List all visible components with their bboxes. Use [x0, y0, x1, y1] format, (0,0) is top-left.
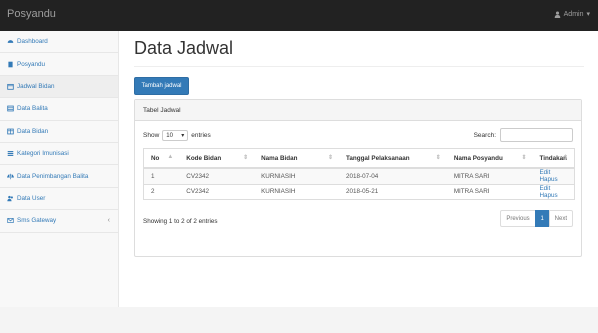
page-title: Data Jadwal [134, 38, 234, 58]
dashboard-icon [7, 40, 14, 44]
user-name: Admin [563, 10, 584, 18]
cell-nama-posyandu: MITRA SARI [446, 183, 533, 200]
entries-label: entries [191, 132, 211, 139]
building-icon [8, 61, 13, 67]
caret-down-icon: ▾ [586, 11, 590, 18]
cell-kode-bidan: CV2342 [179, 183, 255, 200]
cell-nama-bidan: KURNIASIH [254, 167, 339, 184]
users-icon [7, 195, 13, 202]
table-info: Showing 1 to 2 of 2 entries [143, 218, 218, 225]
app-brand[interactable]: Posyandu [7, 8, 56, 20]
sidebar-item-label: Data User [17, 194, 46, 202]
table-icon [7, 105, 14, 112]
list-icon [7, 151, 14, 157]
calendar-icon [7, 83, 14, 90]
sidebar-item-label: Data Bidan [17, 127, 49, 135]
cell-no: 2 [143, 183, 180, 200]
entries-value: 10 [166, 132, 173, 139]
chevron-left-icon: ‹ [107, 217, 110, 225]
sidebar-item-label: Data Penimbangan Balita [17, 172, 89, 180]
cell-tanggal: 2018-05-21 [339, 183, 447, 200]
main-content: Data Jadwal Tambah jadwal Tabel Jadwal S… [119, 31, 598, 307]
table-row: 2 CV2342 KURNIASIH 2018-05-21 MITRA SARI… [143, 183, 575, 200]
table-header-row: No ▲ Kode Bidan ⇕ Nama Bidan ⇕ Tanggal Pela… [143, 148, 575, 169]
current-page-button[interactable]: 1 [534, 210, 550, 227]
entries-select[interactable]: 10 ▾ [162, 130, 189, 141]
next-page-button[interactable]: Next [548, 210, 573, 227]
caret-down-icon: ▾ [181, 133, 185, 139]
panel-heading: Tabel Jadwal [135, 100, 581, 121]
sort-asc-icon: ▲ [167, 154, 174, 160]
column-header-no[interactable]: No ▲ [143, 148, 180, 169]
add-jadwal-button[interactable]: Tambah jadwal [134, 77, 189, 95]
sidebar-item-data-penimbangan-balita[interactable]: Data Penimbangan Balita [0, 165, 118, 188]
sidebar-item-data-balita[interactable]: Data Balita [0, 98, 118, 121]
edit-link[interactable]: Edit [539, 169, 550, 176]
sidebar-item-sms-gateway[interactable]: Sms Gateway ‹ [0, 210, 118, 233]
hapus-link[interactable]: Hapus [539, 192, 557, 199]
jadwal-table: No ▲ Kode Bidan ⇕ Nama Bidan ⇕ Tanggal Pela… [143, 148, 575, 200]
cell-tindakan: Edit Hapus [532, 167, 575, 184]
sort-icon: ⇕ [327, 155, 333, 161]
sidebar-item-label: Dashboard [17, 38, 48, 46]
cell-no: 1 [143, 167, 180, 184]
cell-tindakan: Edit Hapus [532, 183, 575, 200]
sidebar-item-label: Kategori Imunisasi [17, 150, 69, 158]
cell-nama-posyandu: MITRA SARI [446, 167, 533, 184]
sidebar-item-label: Posyandu [17, 60, 46, 68]
sidebar-item-data-user[interactable]: Data User [0, 188, 118, 211]
sidebar-item-dashboard[interactable]: Dashboard [0, 31, 118, 54]
search-input[interactable] [500, 128, 573, 142]
table-row: 1 CV2342 KURNIASIH 2018-07-04 MITRA SARI… [143, 167, 575, 184]
sort-icon: ⇕ [435, 155, 441, 161]
column-header-nama-posyandu[interactable]: Nama Posyandu ⇕ [446, 148, 533, 169]
search-control: Search: [474, 128, 573, 142]
sidebar-item-label: Sms Gateway [17, 217, 57, 225]
cell-nama-bidan: KURNIASIH [254, 183, 339, 200]
footer-area [0, 307, 598, 333]
sidebar: Dashboard Posyandu Jadwal Bidan Data Bal… [0, 31, 119, 333]
sidebar-item-label: Jadwal Bidan [17, 82, 55, 90]
previous-page-button[interactable]: Previous [500, 210, 536, 227]
sidebar-item-kategori-imunisasi[interactable]: Kategori Imunisasi [0, 143, 118, 166]
user-icon [554, 11, 560, 18]
search-label: Search: [473, 131, 496, 139]
edit-link[interactable]: Edit [539, 185, 550, 192]
sort-icon: ⇕ [243, 155, 249, 161]
entries-length-control: Show 10 ▾ entries [143, 130, 211, 141]
mail-icon [7, 218, 14, 224]
sort-icon: ⇕ [562, 155, 568, 161]
sidebar-item-jadwal-bidan[interactable]: Jadwal Bidan [0, 75, 118, 99]
pagination: Previous 1 Next [500, 210, 573, 227]
table-icon [7, 128, 14, 135]
sidebar-item-label: Data Balita [17, 105, 48, 113]
sidebar-item-data-bidan[interactable]: Data Bidan [0, 121, 118, 143]
cell-tanggal: 2018-07-04 [339, 167, 447, 184]
divider [134, 66, 584, 67]
top-navbar: Posyandu Admin ▾ [0, 0, 598, 31]
column-header-kode-bidan[interactable]: Kode Bidan ⇕ [179, 148, 255, 169]
scale-icon [7, 173, 14, 179]
column-header-tindakan[interactable]: Tindakan ⇕ [532, 148, 575, 169]
column-header-tanggal-pelaksanaan[interactable]: Tanggal Pelaksanaan ⇕ [339, 148, 447, 169]
hapus-link[interactable]: Hapus [539, 176, 557, 183]
show-label: Show [143, 132, 160, 139]
user-menu[interactable]: Admin ▾ [554, 10, 590, 18]
sort-icon: ⇕ [521, 155, 527, 161]
jadwal-panel: Tabel Jadwal Show 10 ▾ entries Search: N… [134, 99, 582, 257]
column-header-nama-bidan[interactable]: Nama Bidan ⇕ [254, 148, 339, 169]
sidebar-item-posyandu[interactable]: Posyandu [0, 53, 118, 76]
cell-kode-bidan: CV2342 [179, 167, 255, 184]
